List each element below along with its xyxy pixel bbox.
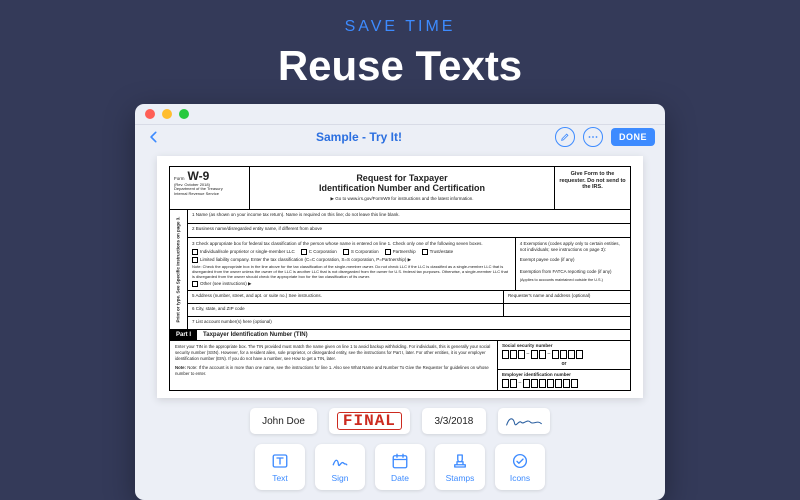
form-row-requester: Requester's name and address (optional) [504,291,630,303]
text-icon [271,452,289,470]
tool-sign[interactable]: Sign [315,444,365,490]
done-button[interactable]: DONE [611,128,655,146]
chip-final-stamp[interactable]: FINAL [329,408,410,434]
form-tax-classification: 3 Check appropriate box for federal tax … [188,238,516,290]
annotate-button[interactable] [555,127,575,147]
form-give-to: Give Form to the requester. Do not send … [554,167,630,209]
toolbar: Sample - Try It! DONE [135,125,665,148]
tools-row: Text Sign Date Stamps Icons [135,440,665,500]
more-button[interactable] [583,127,603,147]
form-exemptions: 4 Exemptions (codes apply only to certai… [516,238,630,290]
chip-signature[interactable] [498,408,550,434]
document-page: Form W-9 (Rev. October 2018) Department … [157,156,643,398]
chip-date[interactable]: 3/3/2018 [422,408,486,434]
form-row-accounts: 7 List account number(s) here (optional) [188,317,630,329]
form-row-business: 2 Business name/disregarded entity name,… [188,224,630,238]
window-titlebar [135,104,665,125]
document-title: Sample - Try It! [171,130,547,144]
form-sidebar-label: Print or type. See Specific Instructions… [170,210,188,329]
hero-subtitle: SAVE TIME [345,18,456,36]
form-row-address: 5 Address (number, street, and apt. or s… [188,291,504,303]
back-button[interactable] [145,128,163,146]
window-zoom-button[interactable] [179,109,189,119]
form-part1-instructions: Enter your TIN in the appropriate box. T… [170,341,497,390]
hero-title: Reuse Texts [278,42,522,90]
window-traffic-lights [145,109,189,119]
form-title-block: Request for Taxpayer Identification Numb… [250,167,554,209]
tool-text[interactable]: Text [255,444,305,490]
stamp-icon [451,452,469,470]
calendar-icon [391,452,409,470]
window-minimize-button[interactable] [162,109,172,119]
app-window: Sample - Try It! DONE Form W-9 (Rev. Oct… [135,104,665,500]
window-close-button[interactable] [145,109,155,119]
tool-stamps[interactable]: Stamps [435,444,485,490]
sign-icon [331,452,349,470]
document-viewport[interactable]: Form W-9 (Rev. October 2018) Department … [135,148,665,398]
tool-icons[interactable]: Icons [495,444,545,490]
form-part1-header: Part I Taxpayer Identification Number (T… [169,330,631,341]
form-number-block: Form W-9 (Rev. October 2018) Department … [170,167,250,209]
reusable-chips-row: John Doe FINAL 3/3/2018 [135,398,665,440]
form-row-name: 1 Name (as shown on your income tax retu… [188,210,630,224]
signature-icon [504,412,544,430]
form-ein-box: Employer identification number – [498,370,630,390]
checkmark-icon [511,452,529,470]
chip-name[interactable]: John Doe [250,408,317,434]
form-row-city: 6 City, state, and ZIP code [188,304,504,316]
tool-date[interactable]: Date [375,444,425,490]
form-ssn-box: Social security number – – or [498,341,630,370]
